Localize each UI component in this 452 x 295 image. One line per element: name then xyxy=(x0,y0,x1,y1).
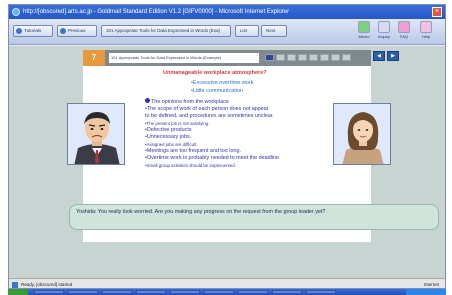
bullet-icon xyxy=(145,98,150,103)
taskbar-item[interactable] xyxy=(306,290,336,294)
taskbar-item[interactable] xyxy=(136,290,166,294)
taskbar-item[interactable] xyxy=(102,290,132,294)
list-item: •Meetings are too frequent and too long. xyxy=(145,148,241,154)
taskbar-item[interactable] xyxy=(204,290,234,294)
taskbar-item[interactable] xyxy=(170,290,200,294)
back-arrow-icon xyxy=(60,28,66,34)
list-item: •Overtime work is probably needed to mee… xyxy=(145,155,281,161)
man-portrait xyxy=(67,103,125,165)
tutorials-label: Tutorials xyxy=(24,28,42,33)
slide-point: •Excessive overtime work xyxy=(191,80,254,86)
list-item: •Small group activities should be implem… xyxy=(145,163,236,168)
progress-segment[interactable] xyxy=(309,54,318,61)
taskbar-item[interactable] xyxy=(238,290,268,294)
title-bar: http://[obscured].arts.ac.jp - Goldmail … xyxy=(9,5,445,19)
status-bar: Ready, [obscured] started Internet xyxy=(9,278,445,288)
faq-label: FAQ xyxy=(399,34,408,39)
woman-portrait xyxy=(333,103,391,165)
help-label: Help xyxy=(421,34,431,39)
list-item: •Assigned jobs are difficult. xyxy=(145,142,198,147)
list-item: •Defective products xyxy=(145,127,192,133)
slide-title: 101 Appropriate Tools for Data Expressed… xyxy=(109,53,259,63)
start-button[interactable] xyxy=(8,289,28,295)
inquiry-icon xyxy=(378,21,390,33)
slide-header: 7 101 Appropriate Tools for Data Express… xyxy=(83,50,371,66)
inquiry-button[interactable]: Inquiry xyxy=(375,21,393,39)
memo-label: Memo xyxy=(358,34,370,39)
opinions-heading-text: The opinions from the workplace xyxy=(151,99,229,105)
toolbar: Tutorials Previous 101 Appropriate Tools… xyxy=(9,19,445,45)
browser-window: http://[obscured].arts.ac.jp - Goldmail … xyxy=(8,4,446,289)
progress-segment-current[interactable] xyxy=(265,54,274,61)
opinions-heading: The opinions from the workplace xyxy=(145,98,313,106)
next-button[interactable]: Next xyxy=(261,25,287,37)
opinions-list: The opinions from the workplace •The sco… xyxy=(145,98,313,169)
slide-next-button[interactable]: ▶ xyxy=(387,51,399,61)
inquiry-label: Inquiry xyxy=(377,34,390,39)
list-item: •Unnecessary jobs. xyxy=(145,134,192,140)
page-icon xyxy=(12,282,18,288)
breadcrumb: 101 Appropriate Tools for Data Expressed… xyxy=(101,25,231,37)
faq-button[interactable]: FAQ xyxy=(395,21,413,39)
taskbar-item[interactable] xyxy=(34,290,64,294)
slide-number: 7 xyxy=(83,50,105,66)
list-item: to be defined, and procedures are someti… xyxy=(145,113,274,119)
zone-label: Internet xyxy=(423,282,439,287)
memo-icon xyxy=(358,21,370,33)
list-button[interactable]: List xyxy=(235,25,259,37)
breadcrumb-text: 101 Appropriate Tools for Data Expressed… xyxy=(106,28,221,33)
tutorials-icon xyxy=(16,28,22,34)
progress-segment[interactable] xyxy=(342,54,351,61)
taskbar xyxy=(8,289,446,295)
status-text: Ready, [obscured] started xyxy=(21,282,73,287)
taskbar-item[interactable] xyxy=(68,290,98,294)
list-label: List xyxy=(240,28,248,33)
slide-question: Unmanageable workplace atmosphere? xyxy=(163,70,267,76)
next-label: Next xyxy=(266,28,276,33)
faq-icon xyxy=(398,21,410,33)
ie-logo-icon xyxy=(12,8,20,16)
previous-label: Previous xyxy=(68,28,86,33)
memo-button[interactable]: Memo xyxy=(355,21,373,39)
help-icon xyxy=(420,21,432,33)
dialog-bubble: Yoshida: You really look worried. Are yo… xyxy=(69,204,439,230)
slide-point: •Little communication xyxy=(191,88,244,94)
dialog-text: Yoshida: You really look worried. Are yo… xyxy=(76,209,326,215)
previous-button[interactable]: Previous xyxy=(57,25,97,37)
progress-segment[interactable] xyxy=(276,54,285,61)
progress-segment[interactable] xyxy=(298,54,307,61)
list-item: •The present job is not satisfying. xyxy=(145,121,210,126)
system-tray xyxy=(406,289,446,295)
progress-segment[interactable] xyxy=(331,54,340,61)
taskbar-item[interactable] xyxy=(272,290,302,294)
help-button[interactable]: Help xyxy=(417,21,435,39)
progress-segment[interactable] xyxy=(320,54,329,61)
close-button[interactable]: × xyxy=(432,7,442,17)
slide-prev-button[interactable]: ◀ xyxy=(373,51,385,61)
tutorials-button[interactable]: Tutorials xyxy=(13,25,53,37)
list-item: •The scope of work of each person does n… xyxy=(145,106,269,112)
progress-segment[interactable] xyxy=(287,54,296,61)
content-frame: 7 101 Appropriate Tools for Data Express… xyxy=(9,46,445,278)
window-title: http://[obscured].arts.ac.jp - Goldmail … xyxy=(23,9,290,15)
